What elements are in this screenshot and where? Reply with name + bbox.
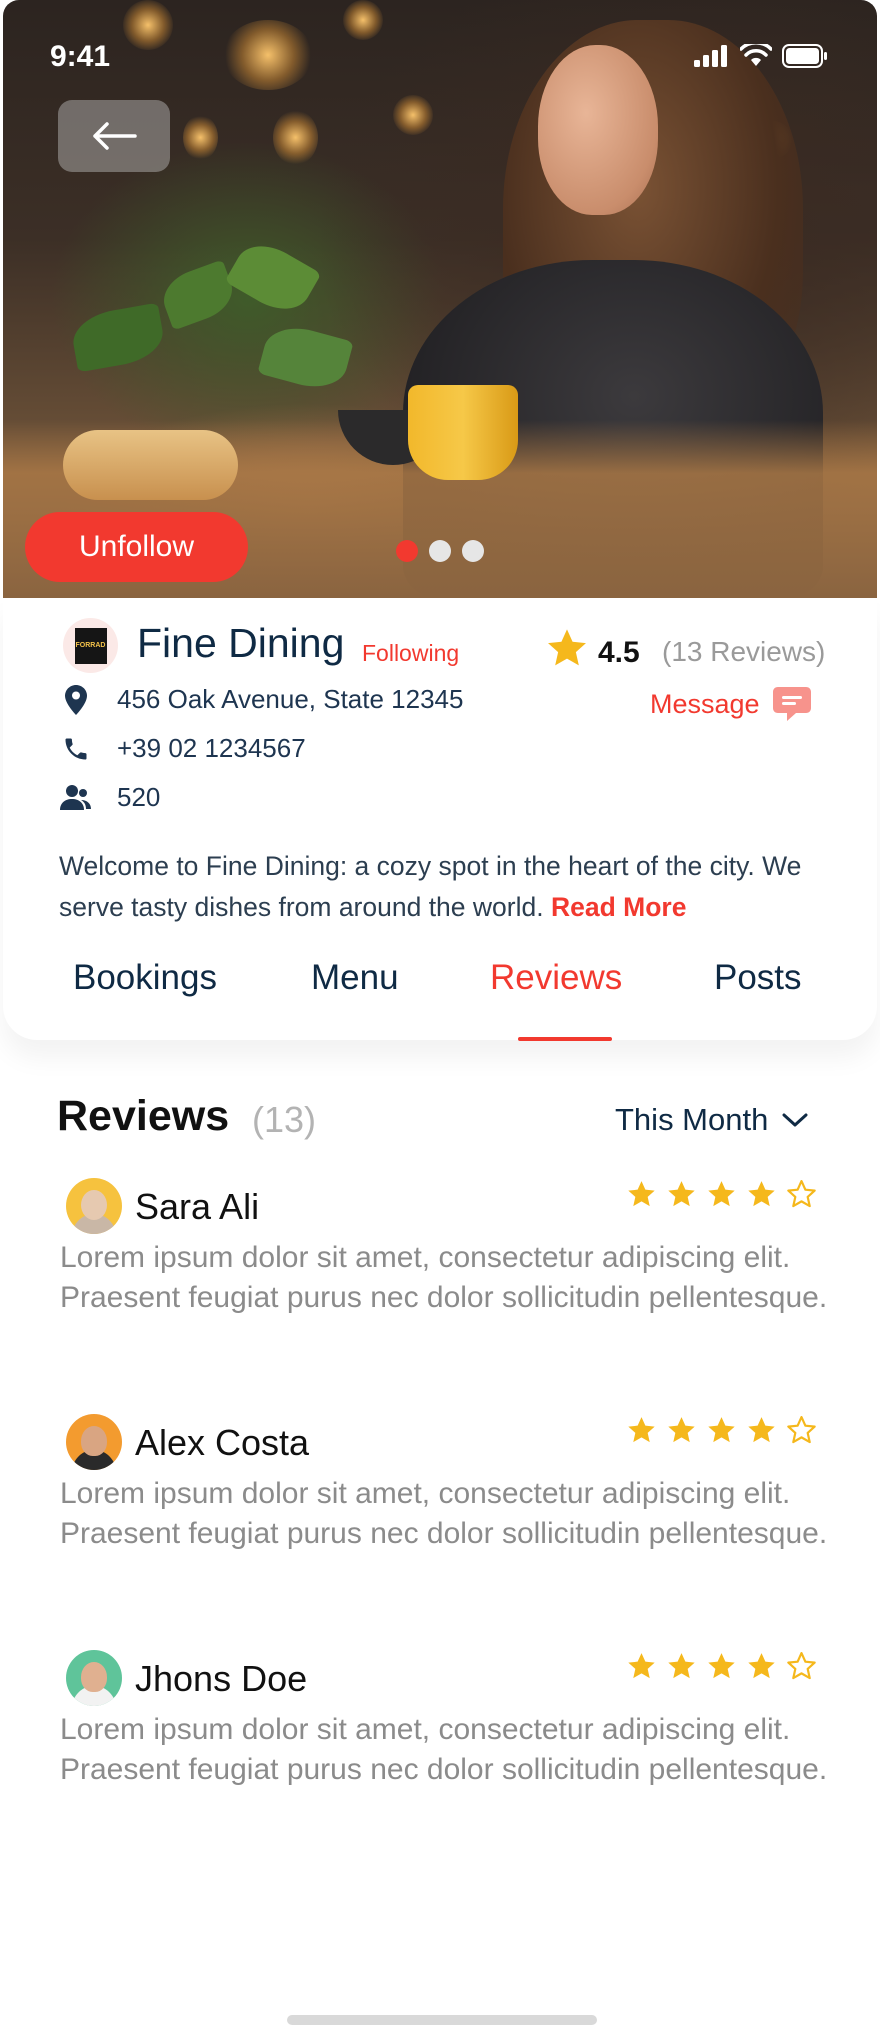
star-rating xyxy=(627,1416,816,1444)
star-filled-icon xyxy=(708,1653,735,1679)
reviewer-name: Jhons Doe xyxy=(135,1658,308,1699)
signal-icon xyxy=(694,45,727,67)
review-text: Lorem ipsum dolor sit amet, consectetur … xyxy=(60,1241,828,1314)
star-filled-icon xyxy=(628,1181,655,1207)
tab-bar: Bookings Menu Reviews Posts xyxy=(0,958,880,1040)
message-label: Message xyxy=(650,688,760,719)
reviews-count: (13) xyxy=(252,1099,317,1140)
message-button[interactable]: Message xyxy=(650,686,812,722)
restaurant-logo: FORRAD xyxy=(63,618,118,673)
tab-reviews[interactable]: Reviews xyxy=(490,958,622,998)
review-text: Lorem ipsum dolor sit amet, consectetur … xyxy=(60,1477,828,1550)
review-item: Sara Ali Lorem ipsum dolor sit amet, con… xyxy=(0,1178,880,1378)
followers-row: 520 xyxy=(60,782,160,813)
users-icon xyxy=(60,784,91,810)
phone-row[interactable]: +39 02 1234567 xyxy=(60,733,306,764)
tab-bookings[interactable]: Bookings xyxy=(73,958,217,998)
back-button[interactable] xyxy=(58,100,170,172)
battery-icon xyxy=(782,44,827,68)
hero-image xyxy=(3,0,877,598)
description-text: Welcome to Fine Dining: a cozy spot in t… xyxy=(59,851,802,922)
phone-text: +39 02 1234567 xyxy=(117,733,306,763)
restaurant-description: Welcome to Fine Dining: a cozy spot in t… xyxy=(59,846,839,928)
carousel-dot[interactable] xyxy=(396,540,418,562)
carousel-dot[interactable] xyxy=(429,540,451,562)
reviewer-name: Sara Ali xyxy=(135,1186,260,1227)
address-row: 456 Oak Avenue, State 12345 xyxy=(60,684,463,715)
address-text: 456 Oak Avenue, State 12345 xyxy=(117,684,464,714)
star-filled-icon xyxy=(668,1181,695,1207)
avatar xyxy=(66,1414,122,1470)
star-outline-icon xyxy=(787,1416,816,1444)
star-filled-icon xyxy=(748,1181,775,1207)
status-icons xyxy=(694,44,828,68)
read-more-link[interactable]: Read More xyxy=(551,892,686,922)
unfollow-button[interactable]: Unfollow xyxy=(25,512,248,582)
star-filled-icon xyxy=(628,1417,655,1443)
tab-posts[interactable]: Posts xyxy=(714,958,802,998)
message-icon xyxy=(772,687,811,721)
star-filled-icon xyxy=(748,1653,775,1679)
review-text: Lorem ipsum dolor sit amet, consectetur … xyxy=(60,1713,828,1786)
star-rating xyxy=(627,1652,816,1680)
review-item: Jhons Doe Lorem ipsum dolor sit amet, co… xyxy=(0,1650,880,1850)
star-filled-icon xyxy=(668,1417,695,1443)
home-indicator xyxy=(287,2015,597,2025)
star-rating xyxy=(627,1180,816,1208)
avatar xyxy=(66,1178,122,1234)
star-filled-icon xyxy=(708,1417,735,1443)
rating-count[interactable]: (13 Reviews) xyxy=(662,636,825,668)
star-icon xyxy=(548,629,586,666)
rating-value: 4.5 xyxy=(598,636,640,669)
status-time: 9:41 xyxy=(50,40,111,73)
location-pin-icon xyxy=(65,684,87,715)
active-tab-indicator xyxy=(518,1037,612,1041)
followers-count: 520 xyxy=(117,782,161,812)
reviewer-name: Alex Costa xyxy=(135,1422,310,1463)
period-filter-dropdown[interactable]: This Month xyxy=(615,1102,808,1138)
back-arrow-icon xyxy=(93,122,137,150)
avatar xyxy=(66,1650,122,1706)
carousel-dot[interactable] xyxy=(462,540,484,562)
star-filled-icon xyxy=(668,1653,695,1679)
review-item: Alex Costa Lorem ipsum dolor sit amet, c… xyxy=(0,1414,880,1614)
follow-status: Following xyxy=(362,640,460,666)
period-filter-label: This Month xyxy=(615,1102,769,1137)
logo-text: FORRAD xyxy=(74,627,107,664)
star-filled-icon xyxy=(748,1417,775,1443)
restaurant-name: Fine Dining xyxy=(137,620,345,666)
star-outline-icon xyxy=(787,1180,816,1208)
chevron-down-icon xyxy=(782,1113,808,1127)
star-filled-icon xyxy=(708,1181,735,1207)
star-filled-icon xyxy=(628,1653,655,1679)
reviews-title: Reviews xyxy=(57,1092,230,1140)
wifi-icon xyxy=(740,44,772,66)
carousel-dots xyxy=(396,540,484,562)
tab-menu[interactable]: Menu xyxy=(311,958,399,998)
star-outline-icon xyxy=(787,1652,816,1680)
phone-icon xyxy=(65,738,87,759)
